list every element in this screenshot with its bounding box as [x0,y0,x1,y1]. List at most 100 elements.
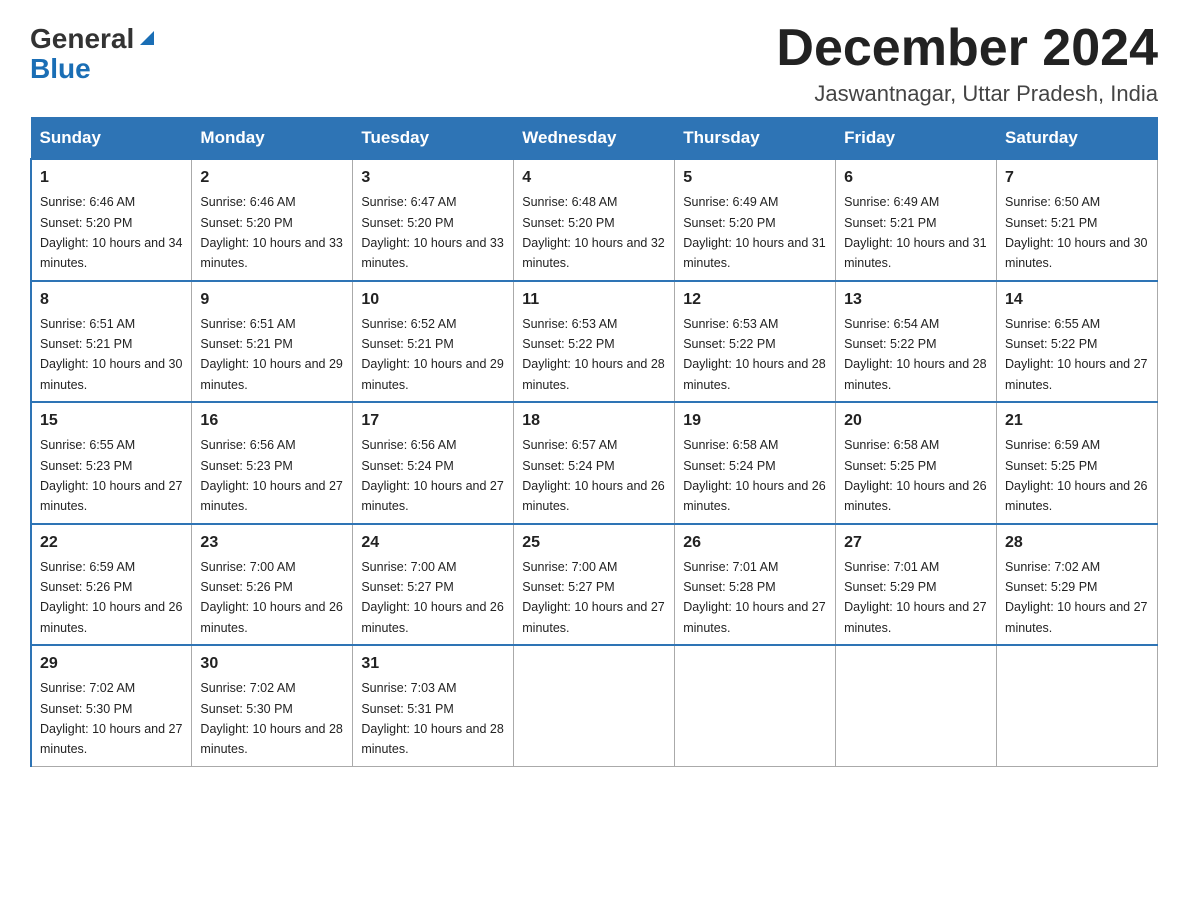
day-info: Sunrise: 6:51 AMSunset: 5:21 PMDaylight:… [40,317,182,392]
calendar-day-cell: 21 Sunrise: 6:59 AMSunset: 5:25 PMDaylig… [997,402,1158,524]
calendar-day-cell: 13 Sunrise: 6:54 AMSunset: 5:22 PMDaylig… [836,281,997,403]
day-info: Sunrise: 6:55 AMSunset: 5:23 PMDaylight:… [40,438,182,513]
calendar-day-cell: 28 Sunrise: 7:02 AMSunset: 5:29 PMDaylig… [997,524,1158,646]
calendar-day-cell: 24 Sunrise: 7:00 AMSunset: 5:27 PMDaylig… [353,524,514,646]
calendar-day-cell: 14 Sunrise: 6:55 AMSunset: 5:22 PMDaylig… [997,281,1158,403]
day-number: 12 [683,288,827,312]
logo-blue: Blue [30,53,91,85]
day-number: 1 [40,166,183,190]
weekday-header-sunday: Sunday [31,118,192,160]
day-info: Sunrise: 6:54 AMSunset: 5:22 PMDaylight:… [844,317,986,392]
calendar-day-cell: 27 Sunrise: 7:01 AMSunset: 5:29 PMDaylig… [836,524,997,646]
calendar-day-cell: 30 Sunrise: 7:02 AMSunset: 5:30 PMDaylig… [192,645,353,766]
day-info: Sunrise: 7:00 AMSunset: 5:27 PMDaylight:… [361,560,503,635]
day-number: 23 [200,531,344,555]
day-number: 20 [844,409,988,433]
calendar-week-row: 15 Sunrise: 6:55 AMSunset: 5:23 PMDaylig… [31,402,1158,524]
day-number: 18 [522,409,666,433]
day-number: 21 [1005,409,1149,433]
day-number: 15 [40,409,183,433]
day-info: Sunrise: 7:02 AMSunset: 5:29 PMDaylight:… [1005,560,1147,635]
calendar-day-cell: 23 Sunrise: 7:00 AMSunset: 5:26 PMDaylig… [192,524,353,646]
day-info: Sunrise: 6:50 AMSunset: 5:21 PMDaylight:… [1005,195,1147,270]
day-info: Sunrise: 6:49 AMSunset: 5:21 PMDaylight:… [844,195,986,270]
calendar-day-cell: 10 Sunrise: 6:52 AMSunset: 5:21 PMDaylig… [353,281,514,403]
day-info: Sunrise: 7:00 AMSunset: 5:26 PMDaylight:… [200,560,342,635]
calendar-day-cell: 4 Sunrise: 6:48 AMSunset: 5:20 PMDayligh… [514,159,675,281]
day-info: Sunrise: 6:58 AMSunset: 5:24 PMDaylight:… [683,438,825,513]
day-info: Sunrise: 6:57 AMSunset: 5:24 PMDaylight:… [522,438,664,513]
calendar-day-cell: 5 Sunrise: 6:49 AMSunset: 5:20 PMDayligh… [675,159,836,281]
day-info: Sunrise: 6:52 AMSunset: 5:21 PMDaylight:… [361,317,503,392]
day-number: 26 [683,531,827,555]
day-number: 24 [361,531,505,555]
day-info: Sunrise: 6:47 AMSunset: 5:20 PMDaylight:… [361,195,503,270]
day-number: 30 [200,652,344,676]
day-info: Sunrise: 7:01 AMSunset: 5:28 PMDaylight:… [683,560,825,635]
day-number: 4 [522,166,666,190]
calendar-day-cell: 7 Sunrise: 6:50 AMSunset: 5:21 PMDayligh… [997,159,1158,281]
calendar-day-cell: 17 Sunrise: 6:56 AMSunset: 5:24 PMDaylig… [353,402,514,524]
day-number: 7 [1005,166,1149,190]
day-info: Sunrise: 6:56 AMSunset: 5:24 PMDaylight:… [361,438,503,513]
day-number: 19 [683,409,827,433]
weekday-header-saturday: Saturday [997,118,1158,160]
day-number: 17 [361,409,505,433]
calendar-day-cell: 3 Sunrise: 6:47 AMSunset: 5:20 PMDayligh… [353,159,514,281]
month-title: December 2024 [776,20,1158,77]
day-info: Sunrise: 6:55 AMSunset: 5:22 PMDaylight:… [1005,317,1147,392]
day-number: 25 [522,531,666,555]
day-info: Sunrise: 6:46 AMSunset: 5:20 PMDaylight:… [40,195,182,270]
day-number: 10 [361,288,505,312]
calendar-week-row: 22 Sunrise: 6:59 AMSunset: 5:26 PMDaylig… [31,524,1158,646]
calendar-day-cell [675,645,836,766]
calendar-day-cell: 20 Sunrise: 6:58 AMSunset: 5:25 PMDaylig… [836,402,997,524]
day-info: Sunrise: 6:53 AMSunset: 5:22 PMDaylight:… [522,317,664,392]
day-info: Sunrise: 6:48 AMSunset: 5:20 PMDaylight:… [522,195,664,270]
day-info: Sunrise: 6:56 AMSunset: 5:23 PMDaylight:… [200,438,342,513]
day-number: 6 [844,166,988,190]
calendar-week-row: 29 Sunrise: 7:02 AMSunset: 5:30 PMDaylig… [31,645,1158,766]
day-number: 22 [40,531,183,555]
day-info: Sunrise: 6:51 AMSunset: 5:21 PMDaylight:… [200,317,342,392]
day-number: 14 [1005,288,1149,312]
day-number: 31 [361,652,505,676]
day-info: Sunrise: 7:02 AMSunset: 5:30 PMDaylight:… [40,681,182,756]
calendar-week-row: 8 Sunrise: 6:51 AMSunset: 5:21 PMDayligh… [31,281,1158,403]
day-info: Sunrise: 6:58 AMSunset: 5:25 PMDaylight:… [844,438,986,513]
calendar-day-cell [997,645,1158,766]
calendar-day-cell: 6 Sunrise: 6:49 AMSunset: 5:21 PMDayligh… [836,159,997,281]
day-number: 2 [200,166,344,190]
day-info: Sunrise: 7:00 AMSunset: 5:27 PMDaylight:… [522,560,664,635]
day-number: 28 [1005,531,1149,555]
calendar-day-cell: 12 Sunrise: 6:53 AMSunset: 5:22 PMDaylig… [675,281,836,403]
weekday-header-monday: Monday [192,118,353,160]
calendar-table: SundayMondayTuesdayWednesdayThursdayFrid… [30,117,1158,767]
calendar-day-cell: 2 Sunrise: 6:46 AMSunset: 5:20 PMDayligh… [192,159,353,281]
calendar-day-cell: 16 Sunrise: 6:56 AMSunset: 5:23 PMDaylig… [192,402,353,524]
calendar-day-cell: 15 Sunrise: 6:55 AMSunset: 5:23 PMDaylig… [31,402,192,524]
logo: General Blue [30,20,158,85]
day-info: Sunrise: 7:01 AMSunset: 5:29 PMDaylight:… [844,560,986,635]
day-number: 27 [844,531,988,555]
day-number: 9 [200,288,344,312]
day-info: Sunrise: 6:46 AMSunset: 5:20 PMDaylight:… [200,195,342,270]
day-info: Sunrise: 6:59 AMSunset: 5:25 PMDaylight:… [1005,438,1147,513]
calendar-day-cell: 19 Sunrise: 6:58 AMSunset: 5:24 PMDaylig… [675,402,836,524]
calendar-day-cell: 8 Sunrise: 6:51 AMSunset: 5:21 PMDayligh… [31,281,192,403]
calendar-week-row: 1 Sunrise: 6:46 AMSunset: 5:20 PMDayligh… [31,159,1158,281]
day-number: 16 [200,409,344,433]
calendar-day-cell: 18 Sunrise: 6:57 AMSunset: 5:24 PMDaylig… [514,402,675,524]
day-number: 13 [844,288,988,312]
day-number: 29 [40,652,183,676]
calendar-day-cell: 22 Sunrise: 6:59 AMSunset: 5:26 PMDaylig… [31,524,192,646]
day-number: 11 [522,288,666,312]
logo-general: General [30,25,134,53]
calendar-day-cell: 25 Sunrise: 7:00 AMSunset: 5:27 PMDaylig… [514,524,675,646]
weekday-header-friday: Friday [836,118,997,160]
calendar-day-cell: 26 Sunrise: 7:01 AMSunset: 5:28 PMDaylig… [675,524,836,646]
calendar-day-cell: 31 Sunrise: 7:03 AMSunset: 5:31 PMDaylig… [353,645,514,766]
weekday-header-row: SundayMondayTuesdayWednesdayThursdayFrid… [31,118,1158,160]
calendar-day-cell [836,645,997,766]
logo-triangle-icon [136,27,158,49]
